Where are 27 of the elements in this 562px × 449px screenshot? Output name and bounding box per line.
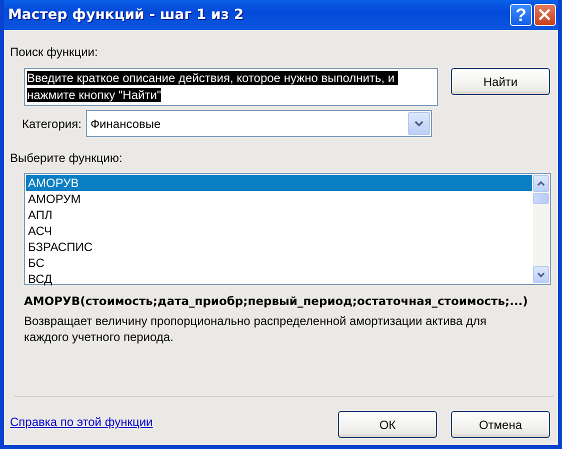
function-item[interactable]: ВСД: [26, 271, 532, 287]
help-link[interactable]: Справка по этой функции: [10, 415, 153, 429]
find-button[interactable]: Найти: [451, 68, 550, 95]
function-list-label: Выберите функцию:: [10, 151, 124, 165]
search-field[interactable]: Введите краткое описание действия, которое нужно выполнить, и нажмите кнопку "Найти": [24, 68, 438, 106]
ok-button[interactable]: ОК: [338, 411, 437, 438]
function-item[interactable]: БЗРАСПИС: [26, 239, 532, 255]
function-signature: АМОРУВ(стоимость;дата_приобр;первый_период;остаточная_стоимость;...): [24, 294, 529, 308]
category-dropdown[interactable]: Финансовые: [86, 110, 432, 137]
function-item[interactable]: АМОРУВ: [26, 175, 532, 191]
function-description: Возвращает величину пропорционально распределенной амортизации актива для каждого учетного периода.: [24, 313, 488, 345]
scrollbar[interactable]: [533, 174, 550, 284]
function-item[interactable]: АПЛ: [26, 207, 532, 223]
function-item[interactable]: АМОРУМ: [26, 191, 532, 207]
function-item[interactable]: АСЧ: [26, 223, 532, 239]
scroll-up-icon[interactable]: [533, 175, 549, 192]
scroll-thumb[interactable]: [533, 193, 549, 204]
category-label: Категория:: [22, 116, 82, 130]
search-label: Поиск функции:: [10, 45, 99, 59]
cancel-button[interactable]: Отмена: [451, 411, 550, 438]
dropdown-caret-icon[interactable]: [408, 112, 430, 135]
help-button[interactable]: ?: [510, 4, 532, 26]
scroll-down-icon[interactable]: [533, 266, 549, 283]
function-item[interactable]: БС: [26, 255, 532, 271]
function-list[interactable]: АМОРУВ АМОРУМ АПЛ АСЧ БЗРАСПИС БС ВСД: [24, 173, 551, 285]
window-title: Мастер функций - шаг 1 из 2: [8, 7, 245, 23]
close-icon[interactable]: [534, 4, 556, 26]
